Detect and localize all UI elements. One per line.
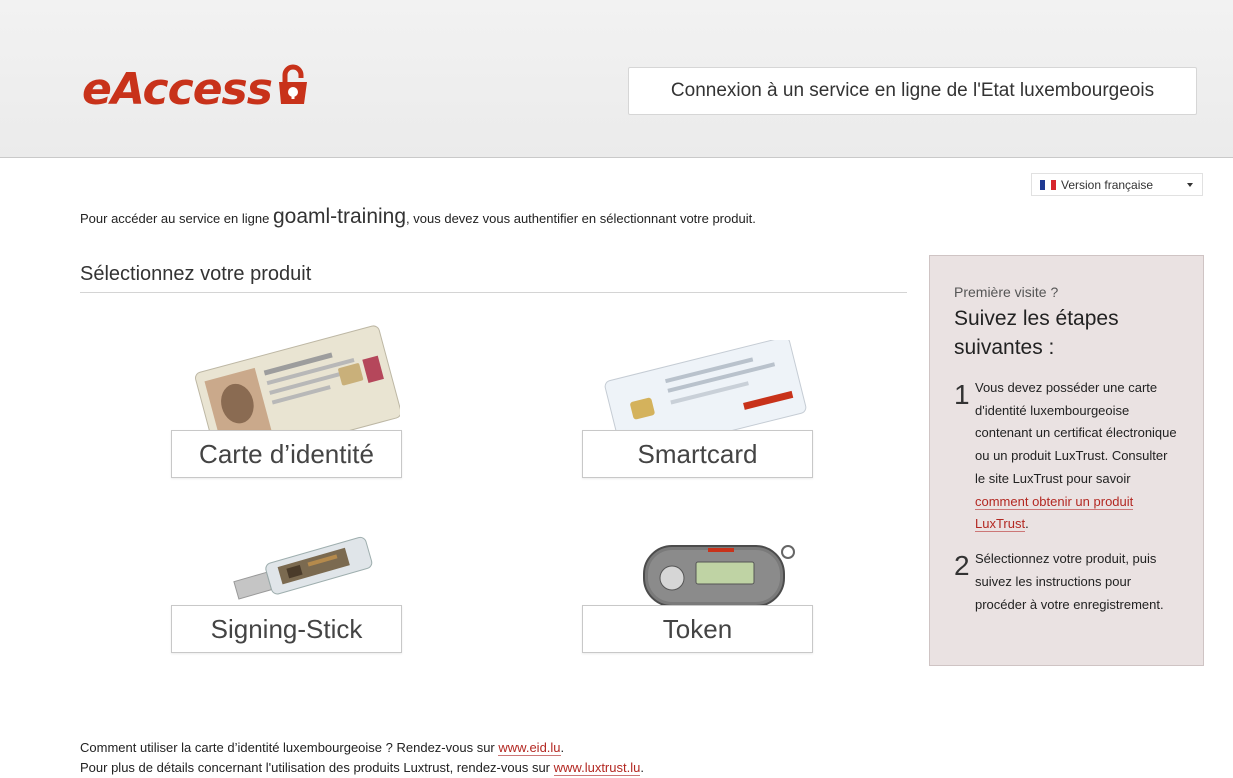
chevron-down-icon <box>1187 183 1193 187</box>
intro-suffix: , vous devez vous authentifier en sélect… <box>406 211 756 226</box>
step-number: 2 <box>954 550 970 582</box>
step-2: 2 Sélectionnez votre produit, puis suive… <box>954 548 1183 616</box>
signing-stick-image <box>228 520 378 605</box>
intro-prefix: Pour accéder au service en ligne <box>80 211 270 226</box>
product-button-carte-identite[interactable]: Carte d’identité <box>171 430 402 478</box>
logo-text: eAccess <box>82 64 273 115</box>
luxtrust-product-link[interactable]: comment obtenir un produit LuxTrust <box>975 493 1134 533</box>
language-label: Version française <box>1061 177 1154 192</box>
footer-line-luxtrust: Pour plus de détails concernant l'utilis… <box>80 758 644 778</box>
section-title: Sélectionnez votre produit <box>80 263 907 293</box>
id-card-image <box>190 318 402 465</box>
steps-title: Suivez les étapes suivantes : <box>954 307 1119 360</box>
eaccess-logo[interactable]: eAccess <box>82 56 308 112</box>
footer-info: Comment utiliser la carte d’identité lux… <box>80 738 644 778</box>
step-1: 1 Vous devez posséder une carte d'identi… <box>954 377 1183 536</box>
footer-end: . <box>640 760 644 775</box>
step-number: 1 <box>954 378 970 410</box>
token-image <box>638 538 798 611</box>
footer-end: . <box>560 740 565 755</box>
footer-line-eid: Comment utiliser la carte d’identité lux… <box>80 738 644 758</box>
padlock-icon <box>278 63 308 110</box>
footer-text: Pour plus de détails concernant l'utilis… <box>80 760 551 775</box>
intro-text: Pour accéder au service en ligne goaml-t… <box>80 205 756 229</box>
first-visit-panel: Première visite ? Suivez les étapes suiv… <box>929 255 1204 666</box>
product-button-smartcard[interactable]: Smartcard <box>582 430 813 478</box>
step-1-text: Vous devez posséder une carte d'identité… <box>975 379 1177 486</box>
step-text: Vous devez posséder une carte d'identité… <box>975 377 1180 536</box>
service-name: goaml-training <box>272 205 407 228</box>
step-2-text: Sélectionnez votre produit, puis suivez … <box>975 551 1164 612</box>
eid-link[interactable]: www.eid.lu <box>498 740 561 756</box>
footer-text: Comment utiliser la carte d’identité lux… <box>80 740 495 755</box>
luxtrust-link[interactable]: www.luxtrust.lu <box>553 760 641 776</box>
language-select[interactable]: Version française <box>1031 173 1203 196</box>
first-visit-label: Première visite ? <box>954 284 1059 300</box>
page-header: eAccess Connexion à un service en ligne … <box>0 0 1233 158</box>
service-title-box: Connexion à un service en ligne de l'Eta… <box>628 67 1197 115</box>
product-button-signing-stick[interactable]: Signing-Stick <box>171 605 402 653</box>
french-flag-icon <box>1040 179 1056 190</box>
step-1-end: . <box>1025 516 1029 532</box>
product-button-token[interactable]: Token <box>582 605 813 653</box>
